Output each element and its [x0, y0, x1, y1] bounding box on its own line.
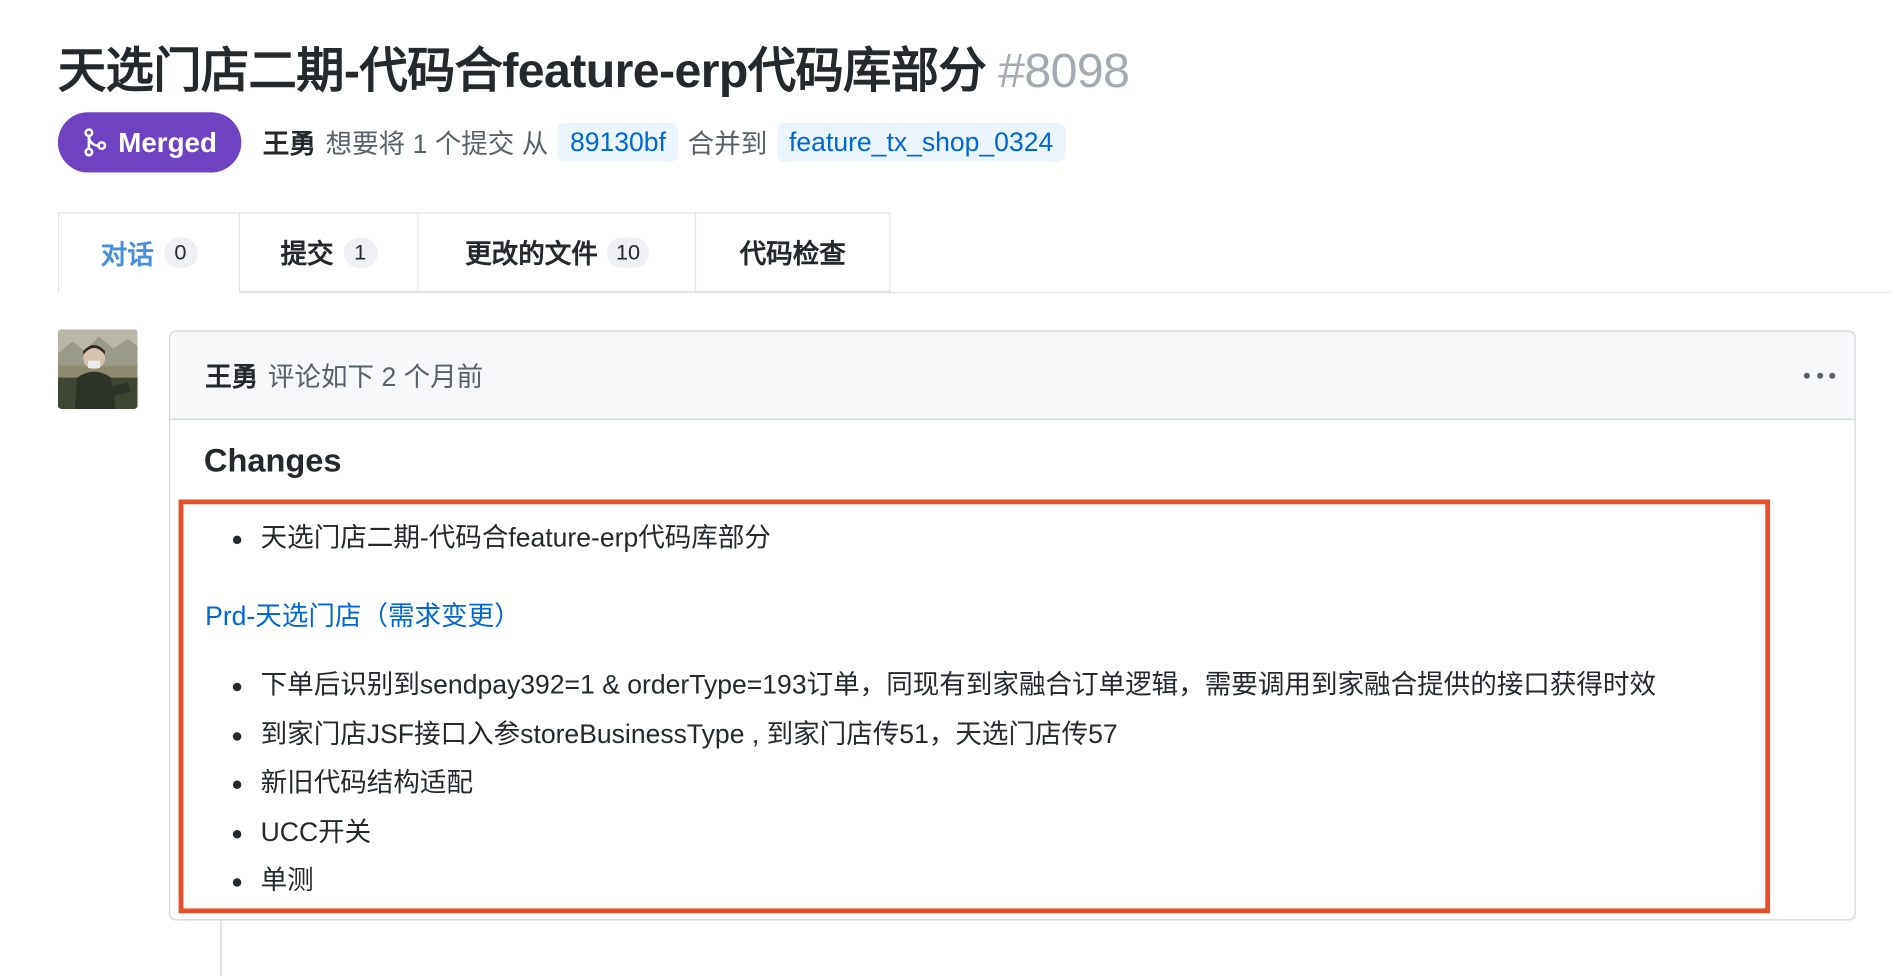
tab-label: 代码检查	[739, 238, 846, 270]
pr-meta-text: 想要将 1 个提交 从	[325, 129, 549, 160]
comment-author[interactable]: 王勇	[205, 356, 258, 395]
comment-meta: 评论如下 2 个月前	[267, 361, 484, 393]
timeline-line	[219, 919, 223, 976]
page: 天选门店二期-代码合feature-erp代码库部分 #8098 Merged 王…	[0, 0, 1892, 976]
tab-label: 更改的文件	[465, 238, 598, 270]
merge-into-text: 合并到	[687, 129, 768, 160]
tab-label: 提交	[280, 238, 334, 270]
user-avatar	[57, 329, 138, 409]
pr-number: #8098	[998, 44, 1130, 98]
page-title: 天选门店二期-代码合feature-erp代码库部分 #8098	[57, 31, 1130, 101]
avatar[interactable]	[57, 329, 138, 409]
tab-code-review[interactable]: 代码检查	[696, 212, 891, 292]
target-branch[interactable]: feature_tx_shop_0324	[776, 123, 1066, 162]
comment-header: 王勇 评论如下 2 个月前	[170, 331, 1855, 420]
merged-label: Merged	[118, 126, 217, 158]
tab-files-changed[interactable]: 更改的文件 10	[418, 212, 697, 292]
pr-title-text: 天选门店二期-代码合feature-erp代码库部分	[57, 44, 987, 98]
page-inner: 天选门店二期-代码合feature-erp代码库部分 #8098 Merged 王…	[0, 0, 1892, 976]
pr-author[interactable]: 王勇	[263, 123, 316, 162]
tab-count: 1	[343, 237, 378, 268]
comment-box: 王勇 评论如下 2 个月前 Changes 天选门店二期-代码合feature-…	[168, 330, 1856, 921]
source-branch[interactable]: 89130bf	[557, 123, 679, 162]
merged-status-badge: Merged	[57, 112, 242, 173]
pr-tabs: 对话 0 提交 1 更改的文件 10 代码检查	[57, 212, 891, 294]
tab-count: 0	[163, 237, 198, 268]
tab-count: 10	[607, 237, 649, 268]
tab-commits[interactable]: 提交 1	[240, 212, 419, 292]
highlight-annotation-box	[178, 499, 1771, 914]
tab-label: 对话	[100, 239, 154, 270]
pr-meta: Merged 王勇 想要将 1 个提交 从 89130bf 合并到 featur…	[57, 112, 1075, 173]
changes-heading: Changes	[203, 442, 342, 479]
git-merge-icon	[84, 128, 107, 157]
kebab-horizontal-icon[interactable]	[1803, 361, 1836, 390]
tab-conversation[interactable]: 对话 0	[57, 212, 241, 294]
